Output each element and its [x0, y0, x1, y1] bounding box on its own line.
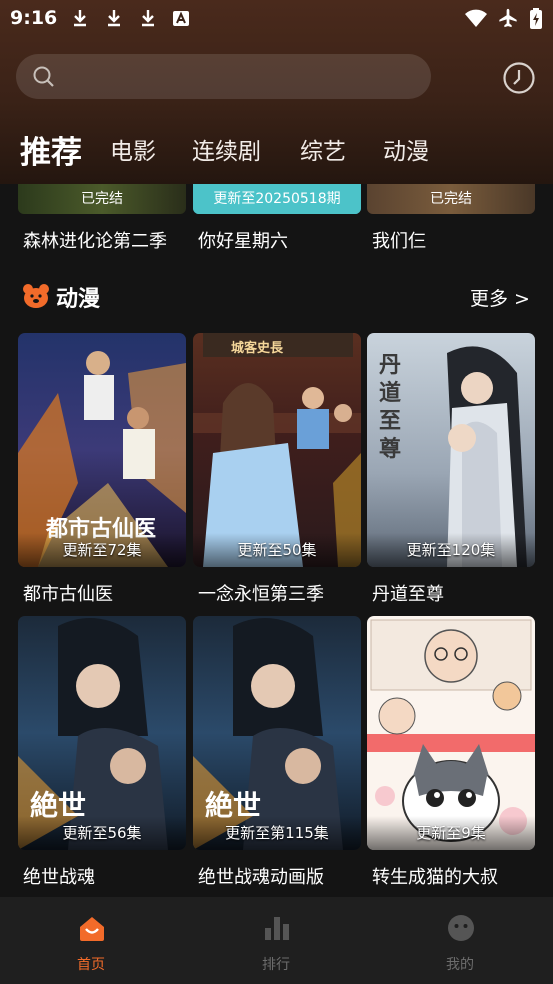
search-icon: [33, 66, 54, 87]
card-title[interactable]: 森林进化论第二季: [23, 227, 167, 253]
nav-profile[interactable]: 我的: [400, 897, 520, 984]
status-badge: 已完结: [81, 191, 123, 207]
poster-image: [193, 333, 361, 567]
bottom-nav: 首页 排行 我的: [0, 897, 553, 984]
tab-recommend[interactable]: 推荐: [20, 127, 82, 172]
nav-home[interactable]: 首页: [31, 897, 151, 984]
card-title[interactable]: 转生成猫的大叔: [372, 863, 498, 889]
poster-card[interactable]: 已完结: [367, 184, 535, 214]
poster-image: [367, 616, 535, 850]
tab-series[interactable]: 连续剧: [192, 132, 261, 166]
airplane-icon: [499, 8, 517, 28]
status-badge: 更新至50集: [193, 533, 361, 567]
status-badge: 更新至9集: [367, 816, 535, 850]
poster-card[interactable]: 已完结: [18, 184, 186, 214]
status-badge: 已完结: [430, 191, 472, 207]
status-badge: 更新至72集: [18, 533, 186, 567]
status-badge: 更新至第115集: [193, 816, 361, 850]
nav-ranking-label: 排行: [262, 957, 290, 973]
status-time: 9:16: [10, 7, 58, 29]
poster-card[interactable]: 丹道至尊 更新至120集: [367, 333, 535, 567]
profile-face-icon: [448, 915, 474, 941]
poster-card[interactable]: 都市古仙医 更新至72集: [18, 333, 186, 567]
card-title[interactable]: 都市古仙医: [23, 580, 113, 606]
download-icon: [142, 10, 154, 27]
tab-variety[interactable]: 综艺: [300, 132, 346, 166]
autofill-icon: [173, 11, 189, 26]
home-icon: [80, 917, 104, 941]
card-title[interactable]: 丹道至尊: [372, 580, 444, 606]
section-title: 动漫: [56, 287, 101, 312]
bear-icon: [23, 284, 49, 308]
history-icon[interactable]: [502, 61, 536, 95]
poster-card[interactable]: 絶世 更新至56集: [18, 616, 186, 850]
nav-home-label: 首页: [77, 957, 105, 973]
tab-movies[interactable]: 电影: [110, 132, 156, 166]
card-title[interactable]: 绝世战魂: [23, 863, 95, 889]
card-title[interactable]: 我们仨: [372, 227, 426, 253]
nav-ranking[interactable]: 排行: [216, 897, 336, 984]
poster-card[interactable]: 城客史長 更新至50集: [193, 333, 361, 567]
status-badge: 更新至56集: [18, 816, 186, 850]
card-title[interactable]: 你好星期六: [198, 227, 288, 253]
search-input[interactable]: [16, 54, 431, 99]
nav-profile-label: 我的: [446, 957, 474, 973]
bar-chart-icon: [265, 917, 289, 940]
poster-art-title: 丹道至尊: [379, 352, 402, 462]
poster-card[interactable]: 絶世 更新至第115集: [193, 616, 361, 850]
download-icon: [108, 10, 120, 27]
more-link[interactable]: 更多 >: [470, 284, 530, 311]
poster-card[interactable]: 更新至9集: [367, 616, 535, 850]
card-title[interactable]: 绝世战魂动画版: [198, 863, 324, 889]
status-badge: 更新至120集: [367, 533, 535, 567]
card-title[interactable]: 一念永恒第三季: [198, 580, 324, 606]
wifi-icon: [465, 9, 487, 27]
status-bar: 9:16: [0, 0, 553, 38]
tab-anime[interactable]: 动漫: [383, 132, 429, 166]
battery-charging-icon: [530, 8, 542, 29]
download-icon: [74, 10, 86, 27]
status-badge: 更新至20250518期: [193, 184, 361, 214]
poster-art-title: 城客史長: [231, 341, 284, 356]
poster-card[interactable]: 更新至20250518期: [193, 184, 361, 214]
